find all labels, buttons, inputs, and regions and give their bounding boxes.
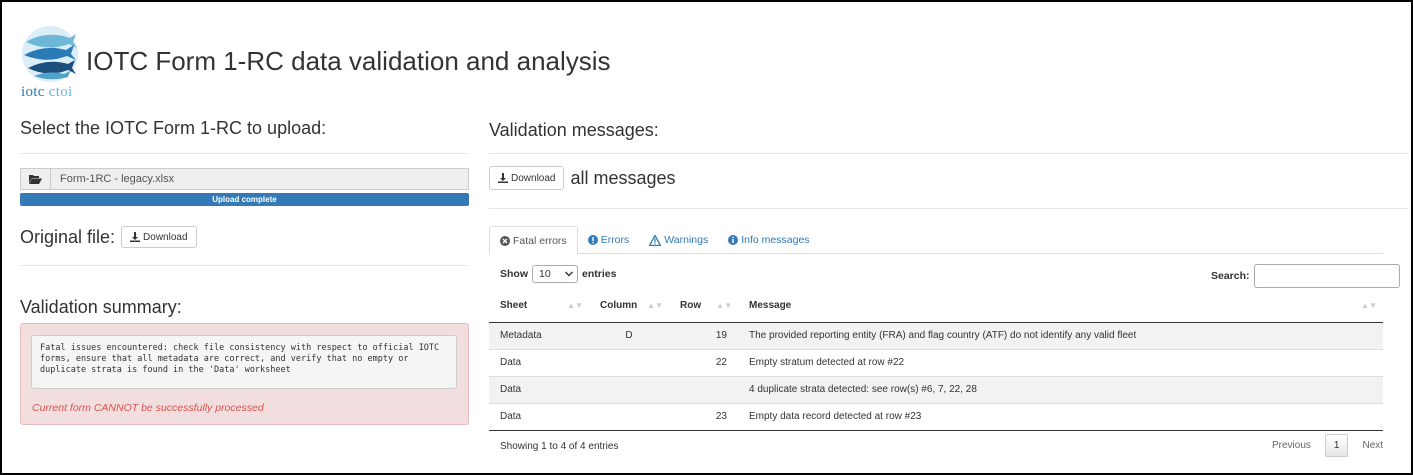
file-name-field: Form-1RC - legacy.xlsx <box>51 169 468 189</box>
message-tabs: Fatal errors Errors Warnings Info messag… <box>489 226 1383 255</box>
app-header: iotc ctoi IOTC Form 1-RC data validation… <box>20 24 611 104</box>
tab-errors[interactable]: Errors <box>578 226 640 254</box>
cell-row: 22 <box>669 348 738 376</box>
logo-text-ctoi: ctoi <box>48 84 73 100</box>
cell-row: 19 <box>669 322 738 349</box>
column-header-sheet[interactable]: Sheet ▲▼ <box>489 290 589 323</box>
exclamation-circle-icon <box>587 235 598 245</box>
sort-icon: ▲▼ <box>567 301 583 310</box>
table-bottom-border <box>489 430 1383 431</box>
tab-warnings[interactable]: Warnings <box>639 226 718 254</box>
messages-title: Validation messages: <box>489 120 659 140</box>
column-header-column-label: Column <box>600 300 638 312</box>
tab-errors-label: Errors <box>600 234 630 246</box>
pagination: Previous 1 Next <box>1264 434 1391 457</box>
cell-sheet: Data <box>489 402 589 430</box>
messages-download-button[interactable]: Download <box>489 166 565 190</box>
chevron-down-icon <box>565 271 573 277</box>
logo-text-iotc: iotc <box>21 84 45 100</box>
column-header-row-label: Row <box>680 300 702 312</box>
page-title: IOTC Form 1-RC data validation and analy… <box>86 46 611 76</box>
table-header-row: Sheet ▲▼ Column ▲▼ Row ▲▼ Message ▲▼ <box>489 290 1383 323</box>
original-file-label: Original file: <box>20 226 116 247</box>
tab-fatal-errors[interactable]: Fatal errors <box>489 226 578 255</box>
cell-message: 4 duplicate strata detected: see row(s) … <box>738 375 1383 403</box>
validation-summary-alert: Fatal issues encountered: check file con… <box>20 323 469 425</box>
messages-table: Sheet ▲▼ Column ▲▼ Row ▲▼ Message ▲▼ Metadat… <box>489 290 1383 430</box>
tab-info-messages[interactable]: Info messages <box>718 226 819 254</box>
summary-title: Validation summary: <box>20 297 182 317</box>
cell-message: Empty data record detected at row #23 <box>738 402 1383 430</box>
sort-icon: ▲▼ <box>647 301 663 310</box>
summary-status-text: Current form CANNOT be successfully proc… <box>32 402 264 414</box>
column-header-message[interactable]: Message ▲▼ <box>738 290 1383 323</box>
warning-triangle-icon <box>649 234 662 246</box>
entries-length-value: 10 <box>539 268 551 280</box>
length-control: Show 10 entries <box>500 265 616 283</box>
divider <box>489 153 1409 154</box>
table-info: Showing 1 to 4 of 4 entries <box>500 441 619 452</box>
sort-icon: ▲▼ <box>1361 301 1377 310</box>
cell-column <box>589 402 669 430</box>
download-icon <box>130 232 141 242</box>
tab-warnings-label: Warnings <box>664 234 709 246</box>
pagination-page-1[interactable]: 1 <box>1324 434 1349 457</box>
original-download-label: Download <box>143 231 188 243</box>
entries-label: entries <box>582 268 617 280</box>
table-row: Data 23 Empty data record detected at ro… <box>489 402 1383 430</box>
table-row: Data 4 duplicate strata detected: see ro… <box>489 375 1383 403</box>
divider <box>489 208 1409 209</box>
times-circle-icon <box>500 235 510 246</box>
entries-length-select[interactable]: 10 <box>532 265 578 283</box>
cell-column <box>589 348 669 376</box>
info-circle-icon <box>728 235 739 245</box>
tab-fatal-errors-label: Fatal errors <box>513 234 567 247</box>
divider <box>20 265 469 266</box>
cell-row: 23 <box>669 402 738 430</box>
column-header-message-label: Message <box>749 300 792 312</box>
cell-row <box>669 375 738 403</box>
pagination-previous[interactable]: Previous <box>1264 435 1319 456</box>
browse-button[interactable] <box>21 169 51 189</box>
cell-column <box>589 375 669 403</box>
tab-info-messages-label: Info messages <box>741 234 810 246</box>
column-header-column[interactable]: Column ▲▼ <box>589 290 669 323</box>
search-control: Search: <box>1211 264 1400 288</box>
column-header-row[interactable]: Row ▲▼ <box>669 290 738 323</box>
window-frame: iotc ctoi IOTC Form 1-RC data validation… <box>0 0 1413 475</box>
pagination-next[interactable]: Next <box>1354 435 1391 456</box>
table-row: Data 22 Empty stratum detected at row #2… <box>489 348 1383 376</box>
cell-sheet: Data <box>489 348 589 376</box>
search-input[interactable] <box>1253 264 1400 288</box>
cell-column: D <box>589 322 669 349</box>
messages-download-label: Download <box>511 172 556 184</box>
iotc-logo: iotc ctoi <box>20 24 80 104</box>
cell-message: Empty stratum detected at row #22 <box>738 348 1383 376</box>
file-upload-input[interactable]: Form-1RC - legacy.xlsx <box>20 168 469 190</box>
all-messages-label: all messages <box>570 167 676 188</box>
folder-open-icon <box>29 175 42 184</box>
upload-progress-bar: Upload complete <box>20 193 469 206</box>
original-file-row: Original file: Download <box>20 226 197 248</box>
search-label: Search: <box>1211 270 1250 282</box>
table-row: Metadata D 19 The provided reporting ent… <box>489 322 1383 349</box>
show-label: Show <box>500 268 528 280</box>
original-download-button[interactable]: Download <box>121 226 197 248</box>
messages-download-row: Download all messages <box>489 166 676 190</box>
logo-text: iotc ctoi <box>21 84 72 101</box>
divider <box>20 153 469 154</box>
sort-icon: ▲▼ <box>716 301 732 310</box>
upload-title: Select the IOTC Form 1-RC to upload: <box>20 118 327 138</box>
download-icon <box>498 173 508 183</box>
column-header-sheet-label: Sheet <box>500 300 528 312</box>
summary-message: Fatal issues encountered: check file con… <box>31 335 457 389</box>
cell-message: The provided reporting entity (FRA) and … <box>738 322 1383 349</box>
logo-fish-icon <box>22 26 78 82</box>
cell-sheet: Data <box>489 375 589 403</box>
cell-sheet: Metadata <box>489 322 589 349</box>
